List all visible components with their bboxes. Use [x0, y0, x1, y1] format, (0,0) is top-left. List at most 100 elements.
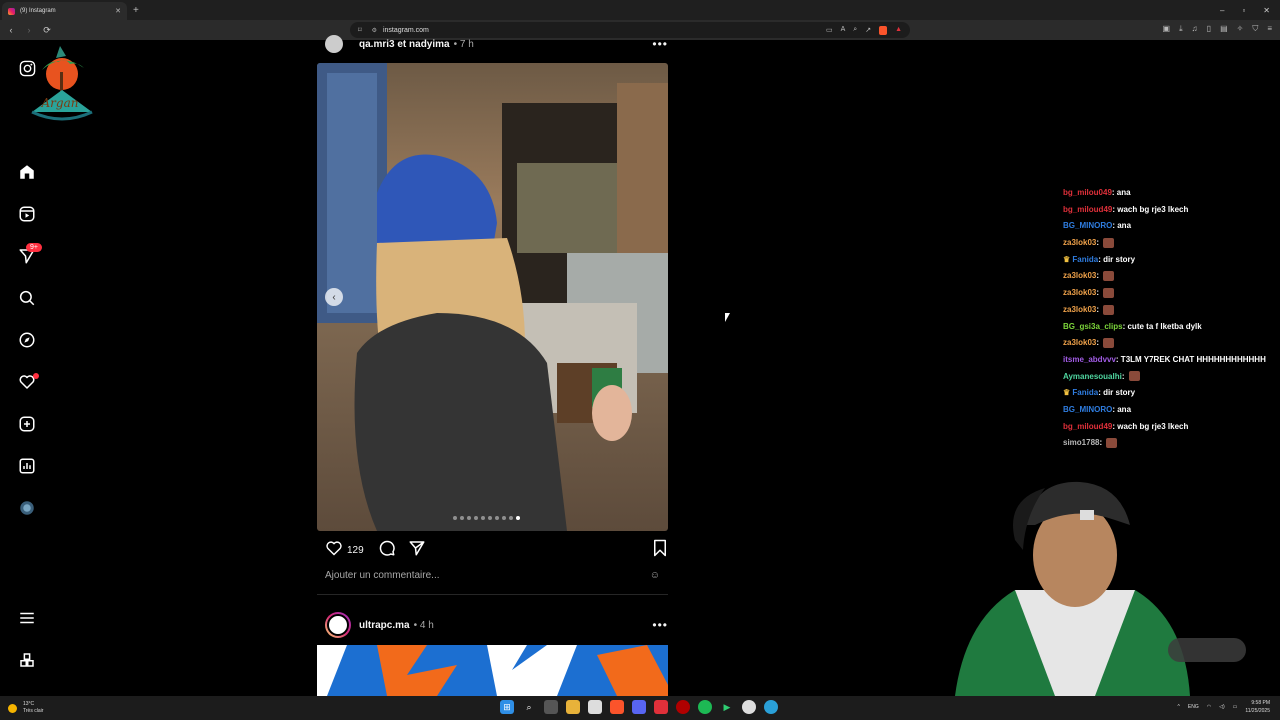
share-icon[interactable] [408, 539, 426, 562]
chat-emote-icon [1103, 338, 1115, 349]
chat-username[interactable]: za3lok03 [1063, 238, 1096, 247]
media-icon[interactable]: ♫ [1192, 24, 1198, 34]
more-options-icon[interactable]: ••• [652, 37, 668, 51]
download-icon[interactable]: ⤓ [1179, 24, 1183, 34]
chat-username[interactable]: Aymanesoualhi [1063, 372, 1122, 381]
chat-text: : T3LM Y7REK CHAT HHHHHHHHHHHH [1115, 354, 1266, 364]
close-tab-icon[interactable]: ✕ [115, 7, 121, 15]
market-scene-icon [317, 63, 668, 531]
chat-username[interactable]: itsme_abdvvv [1063, 355, 1116, 364]
translate-icon[interactable]: A [841, 26, 846, 35]
like-icon[interactable] [325, 540, 343, 561]
chat-message: itsme_abdvvv: T3LM Y7REK CHAT HHHHHHHHHH… [1063, 352, 1280, 369]
post-header: ultrapc.ma • 4 h ••• [325, 612, 668, 638]
avatar[interactable] [325, 35, 343, 53]
chat-username[interactable]: za3lok03 [1063, 271, 1096, 280]
language-indicator[interactable]: ENG [1188, 704, 1199, 710]
brave-rewards-icon[interactable]: ▲ [895, 26, 902, 35]
screenshot-icon[interactable]: ▣ [1163, 24, 1171, 34]
minimize-button[interactable]: – [1220, 6, 1224, 15]
chat-username[interactable]: za3lok03 [1063, 288, 1096, 297]
wifi-icon[interactable]: ◠ [1207, 704, 1211, 710]
post-image[interactable]: ‹ [317, 63, 668, 531]
chat-text: : [1121, 371, 1125, 381]
brave-browser-icon[interactable] [610, 700, 624, 714]
notification-dot [33, 373, 39, 379]
chat-username[interactable]: za3lok03 [1063, 305, 1096, 314]
volume-icon[interactable]: ◁) [1219, 704, 1225, 710]
chat-text: : ana [1112, 404, 1132, 414]
chat-username[interactable]: Fanida [1072, 388, 1098, 397]
browser-tab[interactable]: (9) Instagram ✕ [2, 2, 127, 20]
comment-icon[interactable] [378, 539, 396, 562]
chat-username[interactable]: simo1788 [1063, 438, 1099, 447]
also-from-meta-icon[interactable] [17, 650, 37, 670]
profile-avatar-icon[interactable] [17, 498, 37, 518]
maximize-button[interactable]: ▫ [1242, 6, 1245, 15]
chat-message: bg_miloud49: wach bg rje3 lkech [1063, 419, 1280, 436]
like-count[interactable]: 129 [347, 545, 364, 556]
chat-username[interactable]: bg_milou049 [1063, 188, 1112, 197]
bookmark-icon[interactable]: ⌑ [358, 26, 362, 34]
reader-icon[interactable]: ▭ [826, 26, 833, 35]
discord-icon[interactable] [632, 700, 646, 714]
more-menu-icon[interactable] [17, 608, 37, 628]
chat-username[interactable]: za3lok03 [1063, 338, 1096, 347]
file-explorer-icon[interactable] [566, 700, 580, 714]
chrome-icon[interactable] [742, 700, 756, 714]
chat-username[interactable]: bg_miloud49 [1063, 422, 1112, 431]
share-icon[interactable]: ↗ [865, 26, 871, 35]
vpn-icon[interactable]: ⛉ [1252, 24, 1258, 34]
brave-shields-icon[interactable] [879, 25, 888, 35]
battery-icon[interactable]: ▭ [1233, 704, 1238, 710]
weather-widget[interactable]: 13°C Très clair [8, 701, 43, 715]
post-username[interactable]: qa.mri3 et nadyima [359, 39, 450, 50]
store-icon[interactable] [588, 700, 602, 714]
promo-graphic-icon [317, 645, 668, 696]
create-icon[interactable] [17, 414, 37, 434]
chat-message: simo1788: [1063, 435, 1280, 452]
save-icon[interactable] [652, 539, 668, 562]
chat-username[interactable]: BG_MINORO [1063, 405, 1112, 414]
extensions-icon[interactable]: ✧ [1237, 24, 1244, 34]
comment-input[interactable]: Ajouter un commentaire... ☺ [325, 570, 660, 581]
menu-icon[interactable]: ≡ [1267, 24, 1272, 34]
play-icon[interactable]: ▶ [720, 700, 734, 714]
tray-chevron-icon[interactable]: ^ [1178, 704, 1180, 710]
search-icon[interactable] [17, 288, 37, 308]
close-window-button[interactable]: ✕ [1263, 6, 1270, 15]
spotify-icon[interactable] [698, 700, 712, 714]
chat-message: bg_milou049: ana [1063, 185, 1280, 202]
avatar[interactable] [325, 612, 351, 638]
wallet-icon[interactable]: ▤ [1220, 24, 1228, 34]
sidebar-toggle-icon[interactable]: ▯ [1207, 24, 1211, 34]
chat-username[interactable]: BG_MINORO [1063, 221, 1112, 230]
app-icon[interactable] [654, 700, 668, 714]
carousel-prev-button[interactable]: ‹ [325, 288, 343, 306]
emoji-icon[interactable]: ☺ [650, 570, 660, 581]
reload-button[interactable]: ⟳ [40, 25, 54, 36]
task-view-icon[interactable] [544, 700, 558, 714]
record-icon[interactable] [676, 700, 690, 714]
more-options-icon[interactable]: ••• [652, 618, 668, 632]
post-time: • 7 h [453, 38, 474, 50]
post-divider [317, 594, 668, 595]
chat-username[interactable]: bg_miloud49 [1063, 205, 1112, 214]
start-menu-icon[interactable]: ⊞ [500, 700, 514, 714]
back-button[interactable]: ‹ [4, 25, 18, 35]
chat-username[interactable]: Fanida [1072, 255, 1098, 264]
chat-username[interactable]: BG_gsi3a_clips [1063, 322, 1123, 331]
search-icon[interactable]: ⌕ [522, 700, 536, 714]
zoom-icon[interactable]: ⌕ [853, 26, 857, 35]
explore-icon[interactable] [17, 330, 37, 350]
home-icon[interactable] [17, 162, 37, 182]
forward-button[interactable]: › [22, 25, 36, 35]
new-tab-button[interactable]: + [133, 5, 139, 16]
dashboard-icon[interactable] [17, 456, 37, 476]
reels-icon[interactable] [17, 204, 37, 224]
edge-icon[interactable] [764, 700, 778, 714]
post-username[interactable]: ultrapc.ma [359, 620, 410, 631]
post-image[interactable] [317, 645, 668, 696]
clock[interactable]: 9:58 PM 11/25/2025 [1245, 699, 1270, 715]
site-info-icon[interactable]: ⚙ [372, 27, 377, 34]
